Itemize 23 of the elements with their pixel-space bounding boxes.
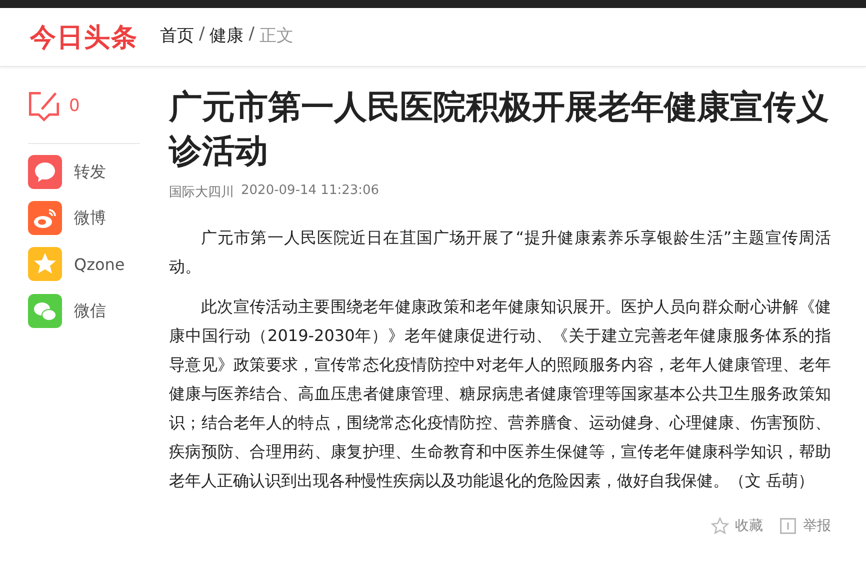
paragraph: 广元市第一人民医院近日在苴国广场开展了“提升健康素养乐享银龄生活”主题宣传周活动。	[169, 227, 831, 278]
article-source[interactable]: 国际大四川	[169, 183, 234, 201]
paragraph: 此次宣传活动主要围绕老年健康政策和老年健康知识展开。医护人员向群众耐心讲解《健康中国行动（2019-2030年）》老年健康促进行动、《关于建立完善老年健康服务体系的指导意见》政策要求，宣传常态化疫情防控中对老年人的照顾服务内容，老年人健康管理、老年健康与医养结合、高血压患者健康管理、糖尿病患者健康管理等国家基本公共卫生服务政策知识；结合老年人的特点，围绕常态化疫情防控、营养膳食、运动健身、心理健康、伤害预防、疾病预防、合理用药、康复护理、生命教育和中医养生保健等，宣传老年健康科学知识，帮助老年人正确认识到出现各种慢性疾病以及功能退化的危险因素，做好自我保健。（文 岳萌）	[169, 296, 831, 492]
share-label[interactable]: 微信	[74, 300, 106, 322]
action-label[interactable]: 收藏	[735, 517, 763, 535]
comment-count: 0	[69, 96, 80, 116]
breadcrumb-link[interactable]: 健康	[210, 24, 244, 46]
share-label[interactable]: 微博	[74, 208, 106, 228]
share-label[interactable]: 转发	[74, 162, 106, 182]
breadcrumb-separator: /	[199, 24, 205, 46]
report-icon[interactable]	[779, 517, 797, 535]
action-label[interactable]: 举报	[803, 517, 831, 535]
publish-time: 2020-09-14 11:23:06	[241, 183, 380, 200]
star-icon[interactable]	[711, 517, 729, 535]
share-label[interactable]: Qzone	[74, 254, 125, 274]
wechat-icon[interactable]	[28, 294, 62, 328]
breadcrumb-link[interactable]: 首页	[160, 24, 194, 46]
weibo-icon[interactable]	[28, 201, 62, 235]
comment-icon[interactable]	[28, 90, 60, 122]
chat-bubble-icon[interactable]	[28, 155, 62, 189]
article-title: 广元市第一人民医院积极开展老年健康宣传义诊活动	[169, 86, 830, 172]
logo[interactable]: 今日头条	[30, 20, 138, 54]
breadcrumb-separator: /	[248, 24, 254, 46]
